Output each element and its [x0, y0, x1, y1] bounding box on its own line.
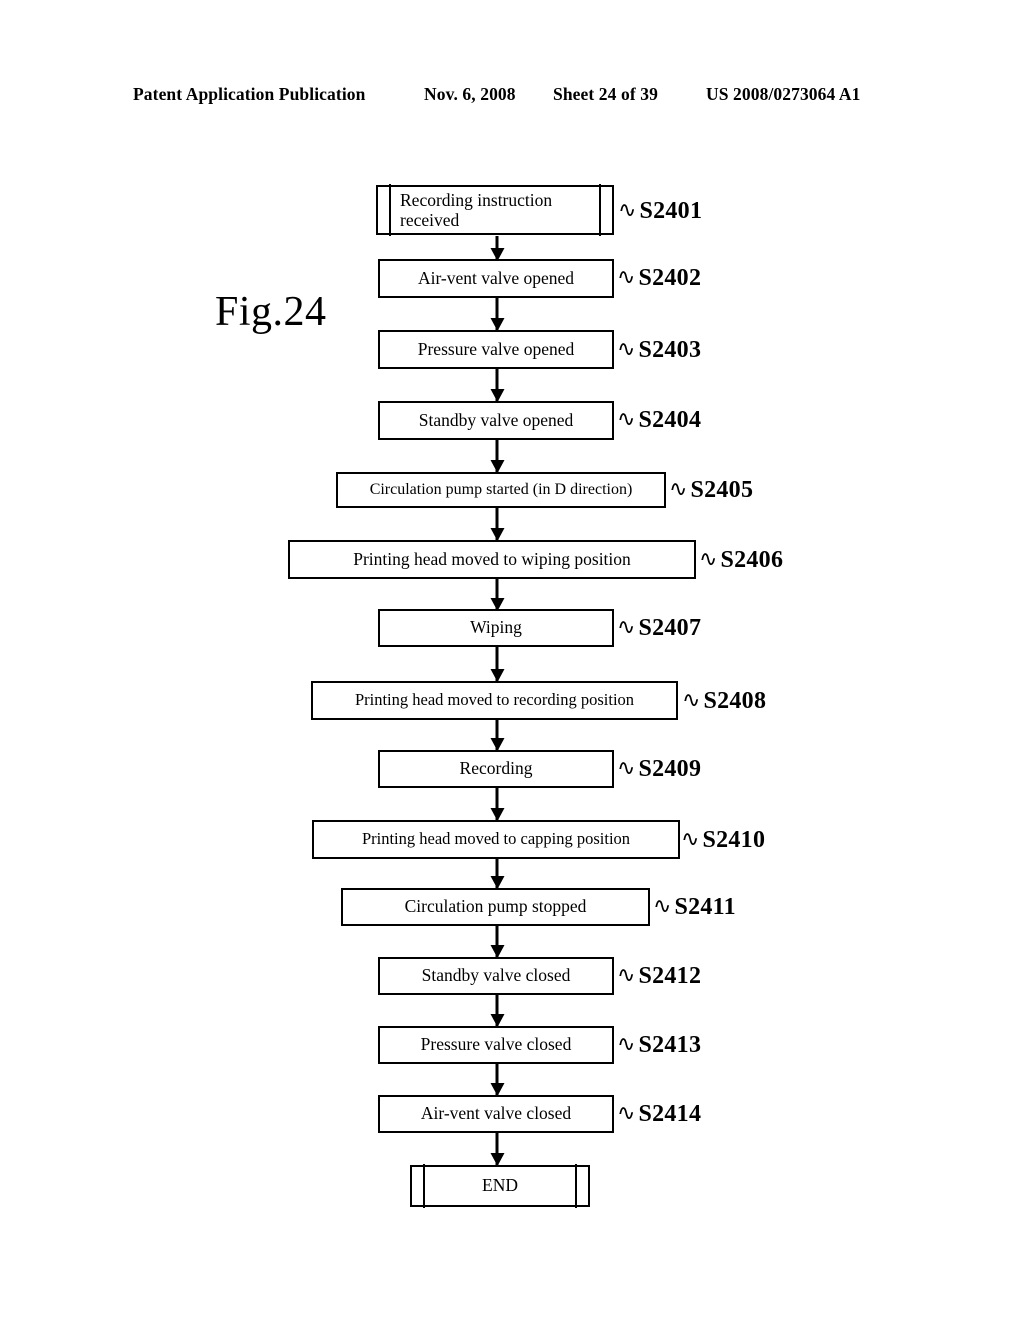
step-connector-icon: ∿: [618, 196, 637, 222]
flowchart-node-s2402: Air-vent valve opened: [378, 259, 614, 298]
step-code-s2406: S2406: [720, 547, 784, 573]
flow-arrow-s2409-s2410: [495, 788, 499, 820]
flow-arrow-s2402-s2403: [495, 298, 499, 330]
step-connector-icon: ∿: [653, 892, 672, 918]
step-code-s2405: S2405: [690, 477, 754, 503]
step-code-s2407: S2407: [638, 615, 702, 641]
step-connector-icon: ∿: [617, 754, 636, 780]
step-code-s2402: S2402: [638, 265, 702, 291]
flowchart-node-end-label: END: [482, 1175, 518, 1196]
flow-arrow-s2403-s2404: [495, 369, 499, 401]
step-code-s2404: S2404: [638, 407, 702, 433]
flow-arrow-s2404-s2405: [495, 440, 499, 472]
step-ref-s2414: ∿ S2414: [617, 1101, 701, 1128]
flowchart-node-s2406-label: Printing head moved to wiping position: [353, 548, 631, 569]
flowchart-node-s2407-label: Wiping: [470, 617, 522, 638]
flowchart-node-s2407: Wiping: [378, 609, 614, 647]
flowchart-node-s2414-label: Air-vent valve closed: [420, 1103, 572, 1124]
step-ref-s2401: ∿ S2401: [618, 198, 702, 225]
step-ref-s2404: ∿ S2404: [617, 407, 701, 434]
flow-arrow-s2411-s2412: [495, 926, 499, 957]
step-connector-icon: ∿: [699, 545, 718, 571]
step-code-s2408: S2408: [703, 688, 767, 714]
step-ref-s2411: ∿ S2411: [653, 894, 736, 921]
step-ref-s2409: ∿ S2409: [617, 756, 701, 783]
flowchart-node-s2406: Printing head moved to wiping position: [288, 540, 696, 579]
step-connector-icon: ∿: [617, 1030, 636, 1056]
step-connector-icon: ∿: [617, 961, 636, 987]
step-ref-s2403: ∿ S2403: [617, 337, 701, 364]
flowchart-node-s2408: Printing head moved to recording positio…: [311, 681, 678, 720]
step-connector-icon: ∿: [617, 405, 636, 431]
flowchart-node-s2414: Air-vent valve closed: [378, 1095, 614, 1133]
flowchart-node-s2413: Pressure valve closed: [378, 1026, 614, 1064]
flow-arrow-s2412-s2413: [495, 995, 499, 1026]
step-code-s2410: S2410: [702, 827, 766, 853]
flowchart-node-s2410-label: Printing head moved to capping position: [361, 829, 631, 849]
flowchart-node-s2405: Circulation pump started (in D direction…: [336, 472, 666, 508]
step-code-s2401: S2401: [639, 198, 703, 224]
step-code-s2412: S2412: [638, 963, 702, 989]
step-code-s2403: S2403: [638, 337, 702, 363]
flow-arrow-s2407-s2408: [495, 647, 499, 681]
flowchart-node-s2412: Standby valve closed: [378, 957, 614, 995]
step-ref-s2410: ∿ S2410: [681, 827, 765, 854]
flowchart-node-s2401: Recording instruction received: [376, 184, 614, 236]
flowchart-node-s2412-label: Standby valve closed: [421, 965, 571, 986]
step-ref-s2407: ∿ S2407: [617, 615, 701, 642]
step-ref-s2412: ∿ S2412: [617, 963, 701, 990]
flowchart-node-s2403: Pressure valve opened: [378, 330, 614, 369]
step-connector-icon: ∿: [617, 1099, 636, 1125]
flowchart-node-s2404-label: Standby valve opened: [418, 409, 574, 430]
step-connector-icon: ∿: [681, 825, 700, 851]
flowchart-node-s2409-label: Recording: [459, 758, 533, 779]
step-code-s2414: S2414: [638, 1101, 702, 1127]
flowchart-diagram: Recording instruction received ∿ S2401 A…: [0, 0, 1024, 1320]
flowchart-node-s2401-label: Recording instruction received: [400, 190, 553, 230]
flowchart-node-s2409: Recording: [378, 750, 614, 788]
step-ref-s2405: ∿ S2405: [669, 477, 753, 504]
flow-arrow-s2410-s2411: [495, 859, 499, 888]
flowchart-node-s2411: Circulation pump stopped: [341, 888, 650, 926]
flowchart-node-s2403-label: Pressure valve opened: [417, 338, 575, 359]
step-connector-icon: ∿: [617, 335, 636, 361]
flowchart-node-s2405-label: Circulation pump started (in D direction…: [369, 481, 633, 499]
flowchart-node-s2413-label: Pressure valve closed: [420, 1034, 572, 1055]
step-connector-icon: ∿: [617, 263, 636, 289]
step-code-s2411: S2411: [674, 894, 736, 920]
flow-arrow-s2408-s2409: [495, 720, 499, 750]
flowchart-node-end: END: [410, 1164, 590, 1208]
flow-arrow-s2401-s2402: [495, 236, 499, 260]
flow-arrow-s2406-s2407: [495, 579, 499, 610]
flow-arrow-s2405-s2406: [495, 508, 499, 540]
step-connector-icon: ∿: [617, 613, 636, 639]
step-ref-s2406: ∿ S2406: [699, 547, 783, 574]
flow-arrow-s2414-end: [495, 1133, 499, 1165]
step-ref-s2413: ∿ S2413: [617, 1032, 701, 1059]
flowchart-node-s2404: Standby valve opened: [378, 401, 614, 440]
step-connector-icon: ∿: [682, 686, 701, 712]
step-ref-s2408: ∿ S2408: [682, 688, 766, 715]
flowchart-node-s2402-label: Air-vent valve opened: [417, 267, 575, 288]
step-code-s2413: S2413: [638, 1032, 702, 1058]
flow-arrow-s2413-s2414: [495, 1064, 499, 1095]
flowchart-node-s2411-label: Circulation pump stopped: [404, 896, 587, 917]
step-code-s2409: S2409: [638, 756, 702, 782]
step-ref-s2402: ∿ S2402: [617, 265, 701, 292]
flowchart-node-s2408-label: Printing head moved to recording positio…: [354, 690, 635, 710]
flowchart-node-s2410: Printing head moved to capping position: [312, 820, 680, 859]
step-connector-icon: ∿: [669, 475, 688, 501]
